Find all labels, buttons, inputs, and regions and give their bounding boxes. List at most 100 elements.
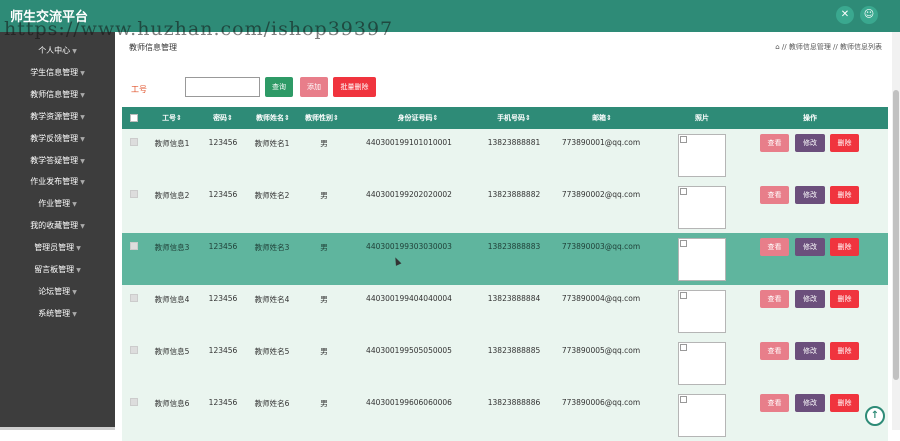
cell-idcard: 440300199303030003 (366, 242, 452, 251)
edit-button[interactable]: 修改 (795, 342, 825, 360)
search-button[interactable]: 查询 (265, 77, 293, 97)
chevron-down-icon: ▼ (72, 48, 77, 55)
batch-delete-button[interactable]: 批量删除 (333, 77, 376, 97)
sidebar-item-label: 我的收藏管理 (30, 221, 79, 231)
sidebar-item-label: 管理员管理 (34, 243, 75, 253)
column-header[interactable]: 工号⇕ (147, 107, 197, 129)
column-header[interactable]: 邮箱⇕ (567, 107, 637, 129)
chevron-down-icon: ▼ (80, 135, 85, 143)
chevron-down-icon: ▼ (80, 157, 85, 165)
chevron-down-icon: ▼ (72, 288, 77, 296)
table-row[interactable]: 教师信息1 123456 教师姓名1 男 440300199101010001 13823… (122, 129, 888, 181)
view-button[interactable]: 查看 (760, 186, 789, 204)
chevron-down-icon: ▼ (72, 201, 77, 209)
sidebar-item[interactable]: 管理员管理 ▼ (0, 237, 115, 259)
view-button[interactable]: 查看 (760, 290, 789, 308)
user-icon[interactable]: ☺ (860, 6, 878, 24)
sidebar-item-label: 学生信息管理 (30, 67, 79, 77)
table-row[interactable]: 教师信息2 123456 教师姓名2 男 440300199202020002 13823… (122, 181, 888, 233)
column-header[interactable]: 教师性别⇕ (297, 107, 347, 129)
cell-email: 773890003@qq.com (561, 242, 641, 251)
broken-image-icon (680, 292, 687, 299)
breadcrumb[interactable]: ⌂ // 教师信息管理 // 教师信息列表 (775, 42, 882, 52)
add-button[interactable]: 添加 (300, 77, 328, 97)
chevron-down-icon: ▼ (80, 69, 85, 77)
chevron-down-icon: ▼ (72, 310, 77, 318)
sidebar-item-label: 作业管理 (38, 199, 71, 209)
sidebar-item[interactable]: 教学答疑管理 ▼ (0, 150, 115, 172)
cell-phone: 13823888883 (487, 242, 541, 251)
delete-button[interactable]: 删除 (830, 186, 859, 204)
broken-image-icon (680, 240, 687, 247)
cell-phone: 13823888882 (487, 190, 541, 199)
column-header[interactable]: 身份证号码⇕ (363, 107, 473, 129)
table-row[interactable]: 教师信息4 123456 教师姓名4 男 440300199404040004 13823… (122, 285, 888, 337)
table-header: 工号⇕ 密码⇕ 教师姓名⇕ 教师性别⇕ 身份证号码⇕ 手机号码⇕ 邮箱⇕ 照片 操作 (122, 107, 888, 129)
delete-button[interactable]: 删除 (830, 290, 859, 308)
sidebar-item[interactable]: 我的收藏管理 ▼ (0, 215, 115, 237)
main-content: 教师信息管理 ⌂ // 教师信息管理 // 教师信息列表 工号 查询 添加 批量… (115, 32, 900, 441)
broken-image-icon (680, 136, 687, 143)
chevron-down-icon: ▼ (80, 223, 85, 231)
delete-button[interactable]: 删除 (830, 134, 859, 152)
teacher-photo (678, 186, 726, 229)
scrollbar[interactable] (892, 32, 900, 430)
chevron-down-icon: ▼ (76, 245, 81, 253)
delete-button[interactable]: 删除 (830, 394, 859, 412)
edit-button[interactable]: 修改 (795, 290, 825, 308)
view-button[interactable]: 查看 (760, 134, 789, 152)
chevron-down-icon: ▼ (80, 113, 85, 121)
edit-button[interactable]: 修改 (795, 238, 825, 256)
cell-idcard: 440300199606060006 (366, 398, 452, 407)
column-header[interactable]: 手机号码⇕ (479, 107, 549, 129)
sidebar-item[interactable]: 作业发布管理 ▼ (0, 171, 115, 193)
chevron-down-icon: ▼ (80, 179, 85, 187)
delete-button[interactable]: 删除 (830, 342, 859, 360)
table-row[interactable]: 教师信息6 123456 教师姓名6 男 440300199606060006 13823… (122, 389, 888, 441)
edit-button[interactable]: 修改 (795, 394, 825, 412)
sidebar-item[interactable]: 论坛管理 ▼ (0, 281, 115, 303)
sidebar-item[interactable]: 教学反馈管理 ▼ (0, 128, 115, 150)
view-button[interactable]: 查看 (760, 238, 789, 256)
search-input[interactable] (185, 77, 260, 97)
cell-idcard: 440300199404040004 (366, 294, 452, 303)
sidebar-item[interactable]: 教师信息管理 ▼ (0, 84, 115, 106)
sidebar-item[interactable]: 学生信息管理 ▼ (0, 62, 115, 84)
delete-button[interactable]: 删除 (830, 238, 859, 256)
edit-button[interactable]: 修改 (795, 134, 825, 152)
select-all-checkbox[interactable] (130, 114, 138, 122)
table-row[interactable]: 教师信息5 123456 教师姓名5 男 440300199505050005 13823… (122, 337, 888, 389)
sidebar-item[interactable]: 个人中心 ▼ (0, 40, 115, 62)
cell-idcard: 440300199101010001 (366, 138, 452, 147)
teacher-photo (678, 238, 726, 281)
cell-email: 773890001@qq.com (561, 138, 641, 147)
edit-button[interactable]: 修改 (795, 186, 825, 204)
scrollbar-thumb[interactable] (893, 90, 899, 380)
cell-idcard: 440300199505050005 (366, 346, 452, 355)
watermark: https://www.huzhan.com/ishop39397 (4, 18, 394, 40)
sidebar-item[interactable]: 留言板管理 ▼ (0, 259, 115, 281)
sidebar-item[interactable]: 系统管理 ▼ (0, 303, 115, 325)
sidebar-item-label: 留言板管理 (34, 265, 75, 274)
chevron-down-icon: ▼ (76, 267, 81, 274)
column-header[interactable]: 教师姓名⇕ (248, 107, 298, 129)
table-row[interactable]: 教师信息3 123456 教师姓名3 男 440300199303030003 13823… (122, 233, 888, 285)
view-button[interactable]: 查看 (760, 394, 789, 412)
cell-email: 773890005@qq.com (561, 346, 641, 355)
column-header: 照片 (695, 114, 709, 122)
sidebar-item[interactable]: 作业管理 ▼ (0, 193, 115, 215)
cell-email: 773890004@qq.com (561, 294, 641, 303)
teacher-photo (678, 342, 726, 385)
cell-phone: 13823888881 (487, 138, 541, 147)
back-to-top-icon[interactable]: ↑ (865, 406, 885, 426)
sidebar-item-label: 教学资源管理 (30, 111, 79, 121)
cell-phone: 13823888884 (487, 294, 541, 303)
search-label: 工号 (131, 85, 147, 94)
sidebar-item-label: 作业发布管理 (30, 177, 79, 187)
shuffle-icon[interactable]: ✕ (836, 6, 854, 24)
column-header[interactable]: 密码⇕ (203, 107, 243, 129)
broken-image-icon (680, 188, 687, 195)
view-button[interactable]: 查看 (760, 342, 789, 360)
cell-phone: 13823888886 (487, 398, 541, 407)
sidebar-item[interactable]: 教学资源管理 ▼ (0, 106, 115, 128)
